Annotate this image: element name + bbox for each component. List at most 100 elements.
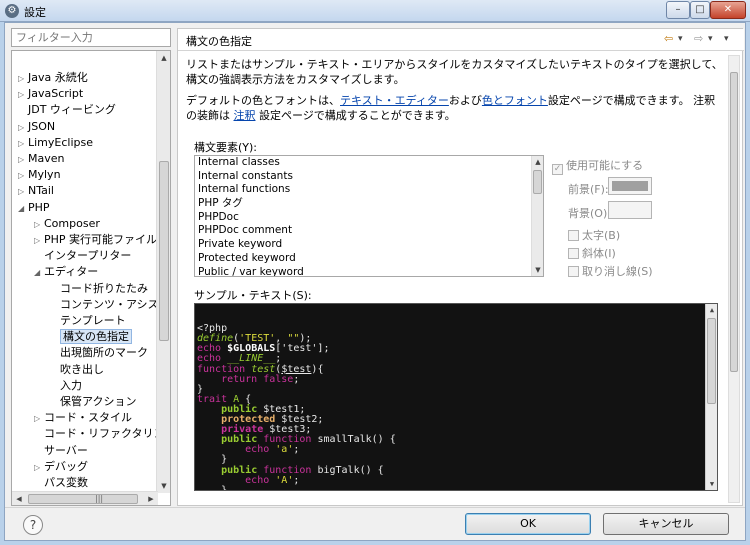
foreground-color-button[interactable] xyxy=(608,177,652,195)
page-vertical-scrollbar[interactable] xyxy=(728,55,740,503)
syntax-element-item[interactable]: PHP タグ xyxy=(195,197,543,211)
back-menu-chevron-icon[interactable]: ▾ xyxy=(678,32,683,46)
expand-toggle-icon[interactable]: ▷ xyxy=(34,460,44,475)
tree-vertical-scrollbar[interactable]: ▲ ▼ xyxy=(156,51,170,493)
syntax-element-item[interactable]: Internal classes xyxy=(195,156,543,170)
expand-toggle-icon[interactable]: ▷ xyxy=(18,120,28,135)
scroll-thumb[interactable] xyxy=(159,161,169,341)
expand-toggle-icon[interactable]: ▷ xyxy=(34,217,44,232)
close-button[interactable]: ✕ xyxy=(710,1,746,19)
ok-button[interactable]: OK xyxy=(465,513,591,535)
tree-item[interactable]: テンプレート xyxy=(50,313,126,328)
code-scrollbar[interactable]: ▲ ▼ xyxy=(705,304,717,490)
italic-label: 斜体(I) xyxy=(582,247,616,260)
scroll-right-icon[interactable]: ▶ xyxy=(144,492,158,505)
expand-toggle-icon[interactable]: ▷ xyxy=(34,233,44,248)
tree-item-label: JDT ウィービング xyxy=(28,103,116,117)
tree-item[interactable]: ◢ PHP xyxy=(18,200,50,215)
scroll-thumb-horizontal[interactable]: ||| xyxy=(28,494,138,504)
back-arrow-icon[interactable]: ⇦ xyxy=(664,32,673,46)
forward-arrow-icon[interactable]: ⇨ xyxy=(694,32,703,46)
code-line: echo 'A'; xyxy=(195,475,717,486)
expand-toggle-icon[interactable]: ▷ xyxy=(18,184,28,199)
scroll-thumb[interactable] xyxy=(730,72,738,372)
code-token: ['test']; xyxy=(275,343,330,355)
bold-checkbox[interactable]: 太字(B) xyxy=(568,227,620,243)
tree-item[interactable]: パス変数 xyxy=(34,475,88,490)
syntax-element-list[interactable]: Internal classes Internal constants Intern… xyxy=(194,155,544,277)
scroll-up-icon[interactable]: ▲ xyxy=(157,51,170,65)
tree-item[interactable]: ▷ Maven xyxy=(18,151,64,166)
tree-item[interactable]: 出現箇所のマーク xyxy=(50,345,148,360)
tree-item[interactable]: JDT ウィービング xyxy=(18,102,116,117)
background-color-button[interactable] xyxy=(608,201,652,219)
strikethrough-checkbox[interactable]: 取り消し線(S) xyxy=(568,263,653,279)
tree-item[interactable]: 入力 xyxy=(50,378,82,393)
view-menu-chevron-icon[interactable]: ▾ xyxy=(724,32,729,46)
tree-item-label: テンプレート xyxy=(60,314,126,327)
enable-checkbox[interactable]: ✓ 使用可能にする xyxy=(552,157,643,175)
expand-toggle-icon[interactable]: ▷ xyxy=(18,136,28,151)
scroll-down-icon[interactable]: ▼ xyxy=(706,478,717,490)
tree-item[interactable]: ▷ PHP 実行可能ファイル xyxy=(34,232,157,247)
tree-item[interactable]: コード折りたたみ xyxy=(50,281,148,296)
forward-menu-chevron-icon[interactable]: ▾ xyxy=(708,32,713,46)
sample-code-preview[interactable]: <?php define('TEST', ""); echo $GLOBALS['t… xyxy=(194,303,718,491)
scroll-up-icon[interactable]: ▲ xyxy=(532,156,543,168)
syntax-element-item[interactable]: Internal functions xyxy=(195,183,543,197)
tree-item[interactable]: ◢ エディター xyxy=(34,264,98,279)
help-icon[interactable]: ? xyxy=(23,515,43,535)
syntax-element-item[interactable]: Public / var keyword xyxy=(195,266,543,277)
tree-item[interactable]: コード・リファクタリング xyxy=(34,426,158,441)
expand-toggle-icon[interactable]: ◢ xyxy=(18,201,28,216)
scroll-down-icon[interactable]: ▼ xyxy=(532,264,543,276)
tree-item[interactable]: ▷ コード・スタイル xyxy=(34,410,132,425)
sample-label: サンプル・テキスト(S): xyxy=(194,289,312,302)
syntax-element-item[interactable]: PHPDoc xyxy=(195,211,543,225)
syntax-element-item[interactable]: Protected keyword xyxy=(195,252,543,266)
tree-item[interactable]: ▷ デバッグ xyxy=(34,459,88,474)
scroll-left-icon[interactable]: ◀ xyxy=(12,492,26,505)
expand-toggle-icon[interactable]: ▷ xyxy=(18,168,28,183)
dialog-body: ▷Java 永続化▷JavaScriptJDT ウィービング▷JSON▷Limy… xyxy=(4,22,746,541)
tree-item[interactable]: ▷ JavaScript xyxy=(18,86,83,101)
tree-item[interactable]: ▷ Composer xyxy=(34,216,100,231)
code-token: bigTalk() { xyxy=(311,464,384,476)
tree-item[interactable]: 保管アクション xyxy=(50,394,136,409)
annotations-link[interactable]: 注釈 xyxy=(234,109,256,122)
tree-item[interactable]: インタープリター xyxy=(34,248,131,263)
tree-item[interactable]: ▷ NTail xyxy=(18,183,54,198)
minimize-button[interactable]: – xyxy=(666,1,690,19)
preferences-tree: ▷ Java 永続化 ▷ JavaScript JDT ウィービング ▷ JSON ▷ Limy… xyxy=(11,50,171,506)
tree-item-label: 構文の色指定 xyxy=(60,329,132,345)
colors-fonts-link[interactable]: 色とフォント xyxy=(482,94,548,107)
tree-item[interactable]: ▷ Java 永続化 xyxy=(18,70,88,85)
expand-toggle-icon[interactable]: ▷ xyxy=(18,71,28,86)
syntax-element-item[interactable]: PHPDoc comment xyxy=(195,224,543,238)
maximize-button[interactable]: □ xyxy=(690,1,710,19)
scroll-down-icon[interactable]: ▼ xyxy=(157,479,170,493)
scroll-thumb[interactable] xyxy=(707,318,716,404)
syntax-element-item[interactable]: Internal constants xyxy=(195,170,543,184)
expand-toggle-icon[interactable]: ▷ xyxy=(18,87,28,102)
tree-item[interactable]: サーバー xyxy=(34,443,88,458)
scroll-up-icon[interactable]: ▲ xyxy=(706,304,717,316)
element-list-scrollbar[interactable]: ▲ ▼ xyxy=(531,156,543,276)
tree-item[interactable]: ▷ JSON xyxy=(18,119,55,134)
tree-item[interactable]: コンテンツ・アシスト xyxy=(50,297,158,312)
expand-toggle-icon[interactable]: ▷ xyxy=(34,411,44,426)
tree-item-label: JavaScript xyxy=(28,87,84,101)
expand-toggle-icon[interactable]: ◢ xyxy=(34,265,44,280)
syntax-element-item[interactable]: Private keyword xyxy=(195,238,543,252)
scroll-thumb[interactable] xyxy=(533,170,542,194)
tree-item[interactable]: 吹き出し xyxy=(50,362,104,377)
text-editor-link[interactable]: テキスト・エディター xyxy=(340,94,449,107)
tree-item[interactable]: 構文の色指定 xyxy=(50,329,132,345)
expand-toggle-icon[interactable]: ▷ xyxy=(18,152,28,167)
italic-checkbox[interactable]: 斜体(I) xyxy=(568,245,616,261)
filter-input[interactable] xyxy=(11,28,171,47)
tree-item[interactable]: ▷ Mylyn xyxy=(18,167,61,182)
tree-horizontal-scrollbar[interactable]: ◀ ||| ▶ xyxy=(12,491,158,505)
tree-item[interactable]: ▷ LimyEclipse xyxy=(18,135,93,150)
cancel-button[interactable]: キャンセル xyxy=(603,513,729,535)
